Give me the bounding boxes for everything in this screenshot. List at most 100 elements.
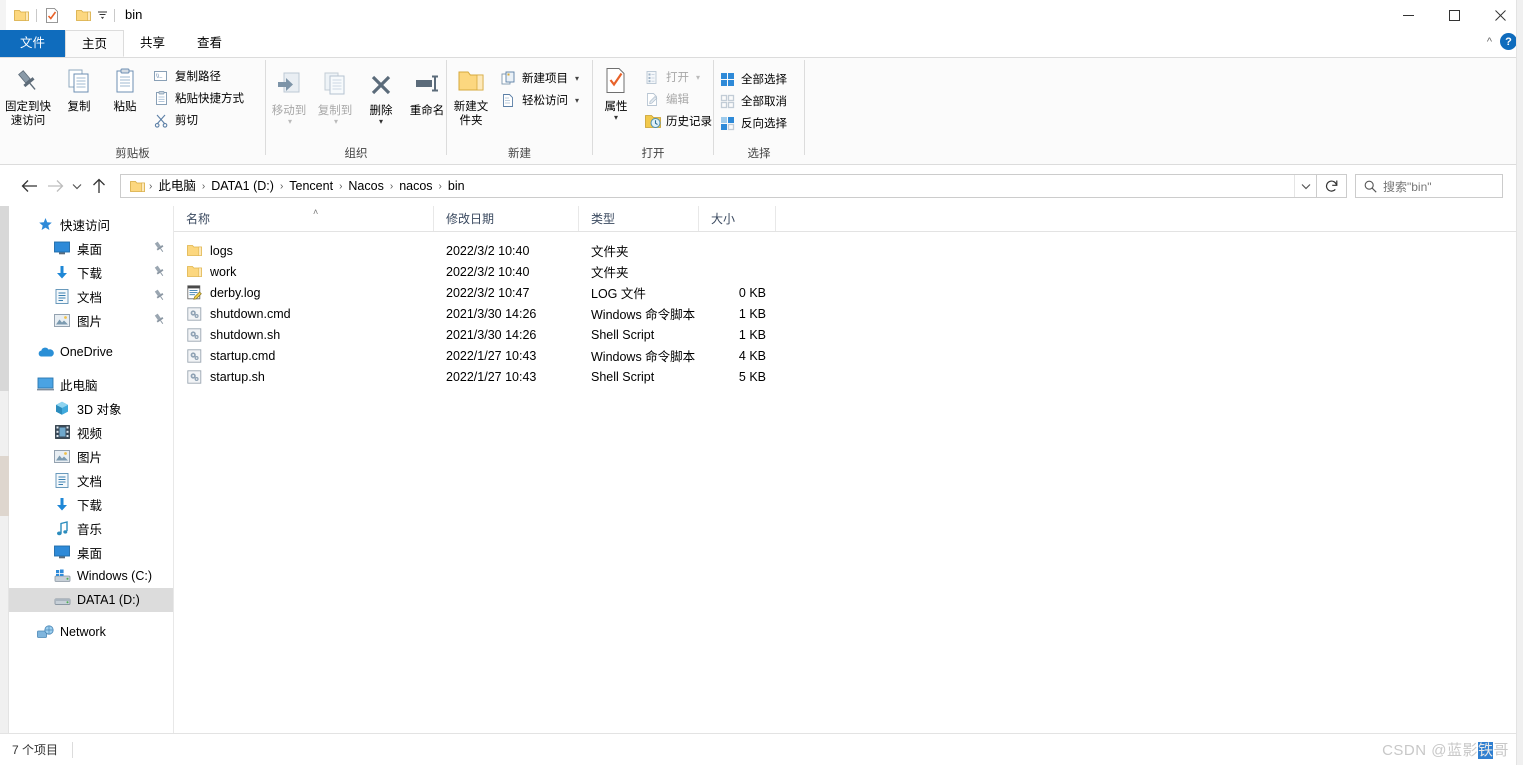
easy-access-caret-icon[interactable]: ▾ bbox=[575, 96, 579, 105]
sidebar-item-downloads-2[interactable]: 下载 bbox=[9, 492, 173, 516]
copy-path-icon: \\.. bbox=[153, 68, 170, 85]
sidebar-item-data1-d[interactable]: DATA1 (D:) bbox=[9, 588, 173, 612]
table-row[interactable]: logs 2022/3/2 10:40 文件夹 bbox=[174, 240, 1523, 261]
collapse-ribbon-icon[interactable]: ^ bbox=[1487, 36, 1492, 48]
cut-button[interactable]: 剪切 bbox=[148, 109, 249, 131]
minimize-button[interactable] bbox=[1385, 0, 1431, 30]
sidebar-item-documents[interactable]: 文档 bbox=[9, 284, 173, 308]
folder-icon[interactable] bbox=[10, 4, 32, 26]
delete-button[interactable]: 删除 ▾ bbox=[358, 66, 404, 126]
breadcrumb-dropdown-icon[interactable] bbox=[1294, 175, 1316, 197]
breadcrumb-item-2[interactable]: Tencent bbox=[284, 175, 338, 197]
column-headers: ˄ 名称 修改日期 类型 大小 bbox=[174, 206, 1523, 232]
navpane-scrollbar[interactable] bbox=[0, 206, 9, 733]
new-item-button[interactable]: 新建项目 ▾ bbox=[495, 67, 584, 89]
rename-button[interactable]: 重命名 bbox=[404, 66, 450, 118]
breadcrumb-item-4[interactable]: nacos bbox=[394, 175, 437, 197]
sidebar-item-downloads[interactable]: 下载 bbox=[9, 260, 173, 284]
ribbon-group-label-clipboard: 剪贴板 bbox=[115, 148, 150, 160]
pin-icon[interactable] bbox=[154, 313, 165, 328]
sidebar-item-3d-objects[interactable]: 3D 对象 bbox=[9, 396, 173, 420]
refresh-button[interactable] bbox=[1317, 174, 1347, 198]
invert-selection-icon bbox=[719, 115, 736, 132]
open-caret-icon[interactable]: ▾ bbox=[696, 73, 700, 82]
pin-icon[interactable] bbox=[154, 241, 165, 256]
paste-button[interactable]: 粘贴 bbox=[102, 62, 148, 114]
table-row[interactable]: shutdown.cmd 2021/3/30 14:26 Windows 命令脚… bbox=[174, 303, 1523, 324]
column-header-name[interactable]: 名称 bbox=[174, 206, 434, 231]
table-row[interactable]: startup.sh 2022/1/27 10:43 Shell Script … bbox=[174, 366, 1523, 387]
table-row[interactable]: work 2022/3/2 10:40 文件夹 bbox=[174, 261, 1523, 282]
copy-path-button[interactable]: \\.. 复制路径 bbox=[148, 65, 249, 87]
sidebar-item-windows-c[interactable]: Windows (C:) bbox=[9, 564, 173, 588]
history-button[interactable]: 历史记录 bbox=[639, 110, 717, 132]
search-input[interactable]: 搜索"bin" bbox=[1355, 174, 1503, 198]
new-folder-button[interactable]: 新建文件夹 bbox=[447, 62, 495, 128]
sidebar-item-pictures[interactable]: 图片 bbox=[9, 308, 173, 332]
table-row[interactable]: shutdown.sh 2021/3/30 14:26 Shell Script… bbox=[174, 324, 1523, 345]
breadcrumb-item-3[interactable]: Nacos bbox=[343, 175, 388, 197]
new-item-caret-icon[interactable]: ▾ bbox=[575, 74, 579, 83]
column-header-date[interactable]: 修改日期 bbox=[434, 206, 579, 231]
column-header-size[interactable]: 大小 bbox=[699, 206, 776, 231]
breadcrumb[interactable]: › 此电脑 › DATA1 (D:) › Tencent › Nacos › n… bbox=[120, 174, 1317, 198]
paste-shortcut-button[interactable]: 粘贴快捷方式 bbox=[148, 87, 249, 109]
customize-dropdown-icon[interactable] bbox=[94, 4, 110, 26]
pin-icon[interactable] bbox=[154, 265, 165, 280]
invert-selection-button[interactable]: 反向选择 bbox=[714, 112, 792, 134]
sidebar-label: 视频 bbox=[77, 426, 103, 441]
select-none-button[interactable]: 全部取消 bbox=[714, 90, 792, 112]
tab-home[interactable]: 主页 bbox=[65, 30, 125, 57]
table-row[interactable]: derby.log 2022/3/2 10:47 LOG 文件 0 KB bbox=[174, 282, 1523, 303]
maximize-button[interactable] bbox=[1431, 0, 1477, 30]
ribbon-group-organize: 移动到 ▾ 复制到 ▾ 删除 ▾ 重命名 组织 bbox=[266, 58, 446, 165]
tab-view[interactable]: 查看 bbox=[181, 30, 238, 57]
sidebar-item-videos[interactable]: 视频 bbox=[9, 420, 173, 444]
help-icon[interactable]: ? bbox=[1500, 33, 1517, 50]
select-all-button[interactable]: 全部选择 bbox=[714, 68, 792, 90]
tab-file[interactable]: 文件 bbox=[0, 30, 66, 57]
delete-caret-icon[interactable]: ▾ bbox=[379, 118, 383, 126]
column-header-type[interactable]: 类型 bbox=[579, 206, 699, 231]
navpane-scrollbar-thumb-secondary[interactable] bbox=[0, 456, 9, 516]
recent-locations-button[interactable] bbox=[68, 173, 86, 199]
move-to-button[interactable]: 移动到 ▾ bbox=[266, 66, 312, 126]
breadcrumb-item-0[interactable]: 此电脑 bbox=[153, 175, 201, 197]
properties-icon[interactable] bbox=[41, 4, 63, 26]
watermark-highlight: 铁 bbox=[1477, 742, 1494, 759]
pin-to-quick-access-button[interactable]: 固定到快速访问 bbox=[0, 62, 56, 128]
edit-button[interactable]: 编辑 bbox=[639, 88, 717, 110]
tab-share[interactable]: 共享 bbox=[124, 30, 181, 57]
sidebar-item-pictures-2[interactable]: 图片 bbox=[9, 444, 173, 468]
back-button[interactable] bbox=[16, 173, 42, 199]
properties-button[interactable]: 属性 ▾ bbox=[593, 62, 639, 122]
copy-button[interactable]: 复制 bbox=[56, 62, 102, 114]
open-button[interactable]: 打开 ▾ bbox=[639, 66, 717, 88]
watermark-prefix: CSDN @蓝影 bbox=[1382, 742, 1478, 759]
sidebar-item-network[interactable]: Network bbox=[9, 620, 173, 644]
sidebar-item-music[interactable]: 音乐 bbox=[9, 516, 173, 540]
paste-label: 粘贴 bbox=[113, 101, 137, 113]
sidebar-item-this-pc[interactable]: 此电脑 bbox=[9, 372, 173, 396]
sidebar-label: 下载 bbox=[77, 266, 103, 281]
copy-to-caret-icon[interactable]: ▾ bbox=[334, 118, 338, 126]
navpane-scrollbar-thumb[interactable] bbox=[0, 206, 9, 391]
move-to-caret-icon[interactable]: ▾ bbox=[288, 118, 292, 126]
file-name: startup.cmd bbox=[210, 348, 276, 363]
easy-access-button[interactable]: 轻松访问 ▾ bbox=[495, 89, 584, 111]
copy-to-button[interactable]: 复制到 ▾ bbox=[312, 66, 358, 126]
sidebar-item-onedrive[interactable]: OneDrive bbox=[9, 340, 173, 364]
new-folder-icon[interactable] bbox=[72, 4, 94, 26]
breadcrumb-item-5[interactable]: bin bbox=[443, 175, 470, 197]
sidebar-item-desktop-2[interactable]: 桌面 bbox=[9, 540, 173, 564]
breadcrumb-item-1[interactable]: DATA1 (D:) bbox=[206, 175, 279, 197]
sidebar-item-quick-access[interactable]: 快速访问 bbox=[9, 212, 173, 236]
pin-icon[interactable] bbox=[154, 289, 165, 304]
up-button[interactable] bbox=[86, 173, 112, 199]
properties-caret-icon[interactable]: ▾ bbox=[614, 114, 618, 122]
sidebar-item-documents-2[interactable]: 文档 bbox=[9, 468, 173, 492]
sidebar-item-desktop[interactable]: 桌面 bbox=[9, 236, 173, 260]
table-row[interactable]: startup.cmd 2022/1/27 10:43 Windows 命令脚本… bbox=[174, 345, 1523, 366]
forward-button[interactable] bbox=[42, 173, 68, 199]
sidebar-label: 下载 bbox=[77, 498, 103, 513]
